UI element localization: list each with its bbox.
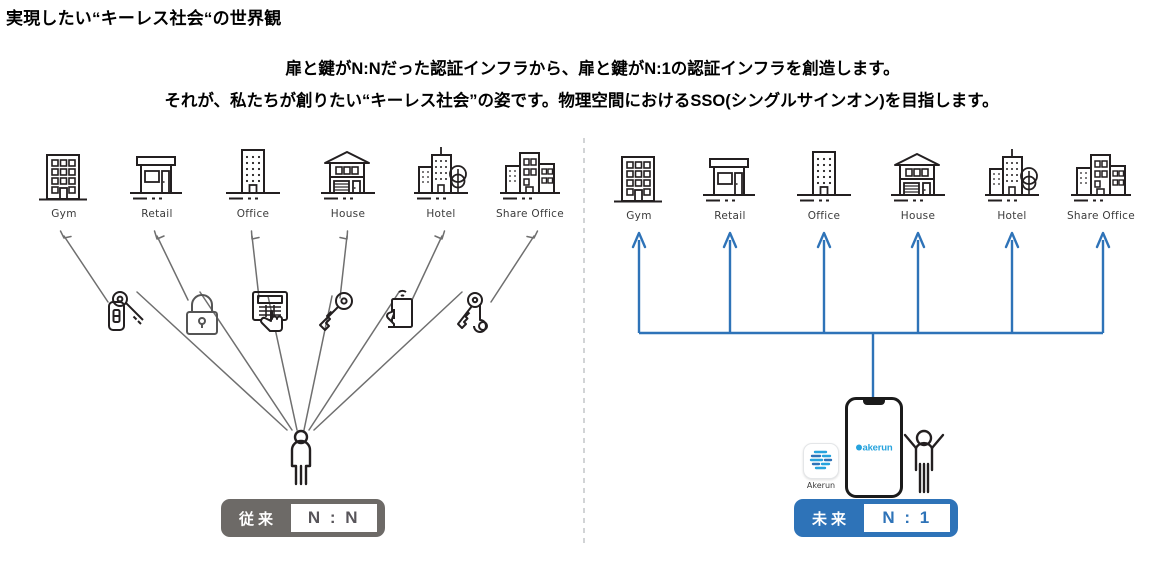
- right-bus-arrows: [631, 231, 1111, 400]
- future-badge: 未来 N : 1: [794, 499, 958, 537]
- right-building-office: Office: [776, 143, 872, 222]
- akerun-app-label: Akerun: [806, 481, 836, 490]
- akerun-app-tile: [803, 443, 839, 479]
- akerun-phone-logo: akerun: [848, 442, 900, 453]
- building-label: House: [900, 210, 936, 222]
- right-building-gym: Gym: [591, 143, 687, 222]
- diagram-stage: Gym Retail Office House Hotel Share Offi…: [0, 0, 1163, 561]
- hotel-icon: [964, 143, 1060, 205]
- future-badge-value: N : 1: [864, 504, 951, 532]
- right-building-house: House: [870, 143, 966, 222]
- akerun-logo-dot: [855, 444, 862, 450]
- retail-store-icon: [682, 143, 778, 205]
- akerun-app-icon[interactable]: Akerun: [802, 443, 840, 490]
- smartphone-icon[interactable]: akerun: [845, 397, 903, 498]
- right-building-share-office: Share Office: [1053, 143, 1149, 222]
- right-building-retail: Retail: [682, 143, 778, 222]
- building-label: Gym: [626, 210, 652, 222]
- phone-notch: [863, 400, 885, 405]
- future-badge-label: 未来: [812, 510, 851, 528]
- right-building-hotel: Hotel: [964, 143, 1060, 222]
- akerun-logo-text: akerun: [862, 442, 893, 453]
- house-icon: [870, 143, 966, 205]
- building-label: Retail: [714, 210, 746, 222]
- building-label: Hotel: [997, 210, 1027, 222]
- cheering-person-icon: [903, 429, 945, 494]
- share-office-icon: [1053, 143, 1149, 205]
- office-tower-icon: [776, 143, 872, 205]
- building-label: Share Office: [1066, 210, 1136, 222]
- gym-building-icon: [591, 143, 687, 205]
- building-label: Office: [807, 210, 841, 222]
